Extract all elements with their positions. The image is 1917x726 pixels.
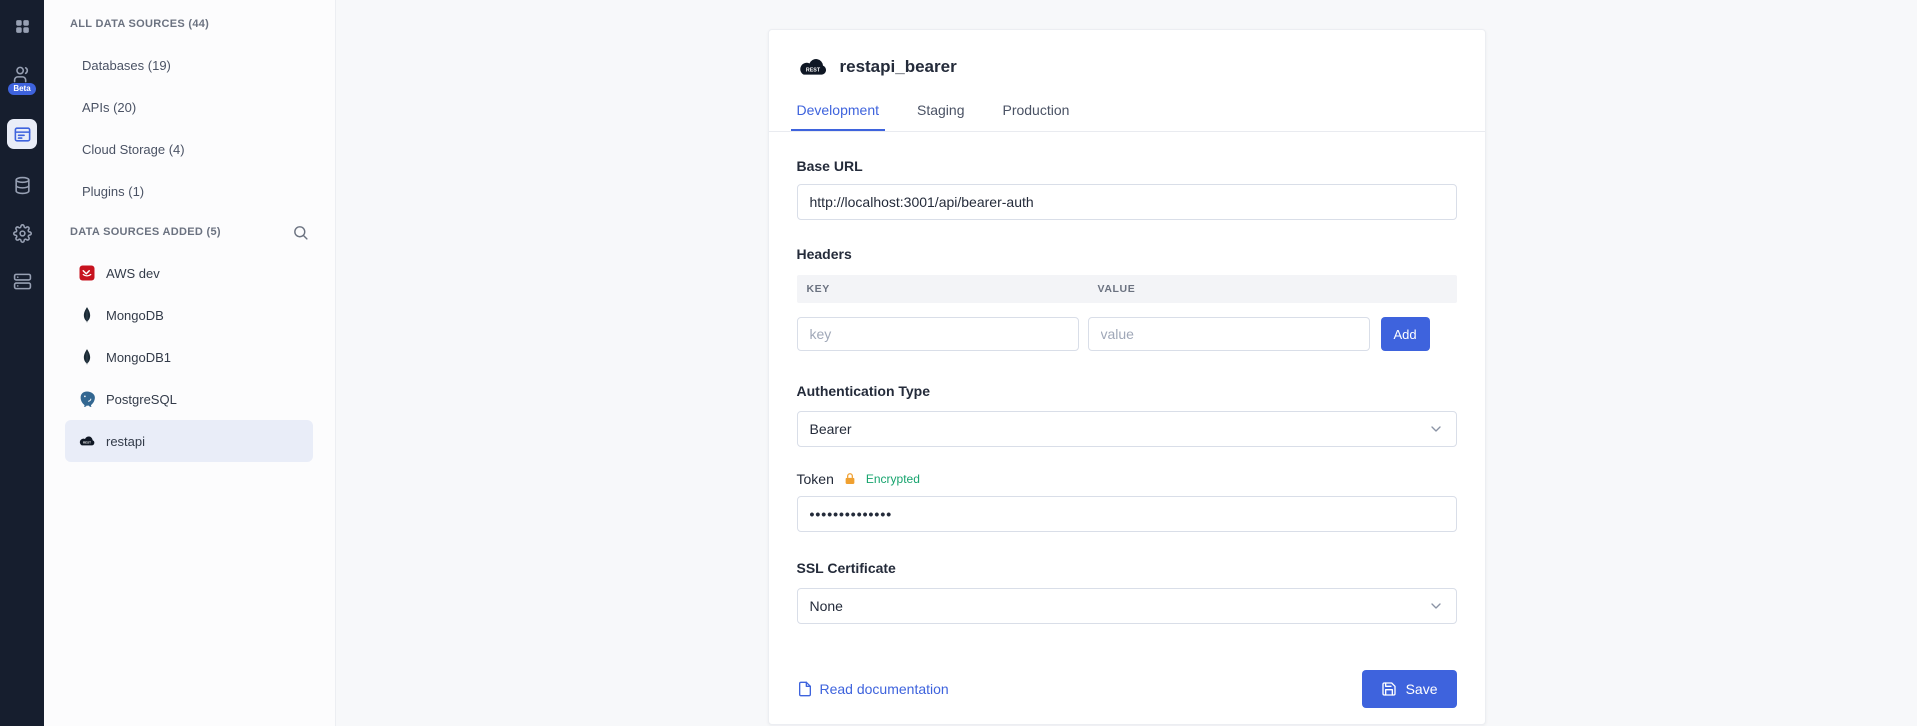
card-header: REST restapi_bearer [797, 30, 1457, 82]
save-floppy-icon [1381, 681, 1397, 697]
apps-grid-icon[interactable] [10, 14, 34, 38]
datasource-label: AWS dev [106, 266, 160, 281]
left-icon-rail: Beta [0, 0, 44, 726]
rest-api-cloud-icon: REST [78, 432, 96, 450]
sidebar-item-aws-dev[interactable]: AWS dev [65, 252, 313, 294]
chevron-down-icon [1428, 421, 1444, 437]
read-documentation-label: Read documentation [820, 681, 949, 697]
document-icon [797, 681, 813, 697]
base-url-label: Base URL [797, 158, 1457, 174]
headers-input-row: Add [797, 317, 1457, 351]
lock-icon [843, 472, 857, 486]
page-title: restapi_bearer [840, 57, 957, 77]
aws-icon [78, 264, 96, 282]
search-icon[interactable] [287, 219, 313, 245]
mongodb-leaf-icon [78, 348, 96, 366]
settings-gear-icon[interactable] [10, 221, 34, 245]
header-value-input[interactable] [1088, 317, 1370, 351]
read-documentation-link[interactable]: Read documentation [797, 681, 949, 697]
value-column-header: VALUE [1088, 283, 1136, 295]
sidebar-item-postgresql[interactable]: PostgreSQL [65, 378, 313, 420]
sidebar-item-restapi[interactable]: REST restapi [65, 420, 313, 462]
ssl-certificate-value: None [810, 598, 843, 614]
tab-development[interactable]: Development [797, 102, 880, 131]
database-layers-icon[interactable] [10, 173, 34, 197]
datasource-label: MongoDB1 [106, 350, 171, 365]
sidebar-item-cloud-storage[interactable]: Cloud Storage (4) [44, 128, 335, 170]
datasource-label: PostgreSQL [106, 392, 177, 407]
token-input[interactable] [797, 496, 1457, 532]
save-button-label: Save [1406, 681, 1438, 697]
datasources-sidebar: ALL DATA SOURCES (44) Databases (19) API… [44, 0, 336, 726]
tabs-divider [769, 131, 1485, 132]
data-sources-added-header-label: DATA SOURCES ADDED (5) [70, 226, 221, 238]
all-data-sources-header-label: ALL DATA SOURCES (44) [70, 18, 209, 30]
authentication-type-label: Authentication Type [797, 383, 1457, 399]
postgresql-elephant-icon [78, 390, 96, 408]
environment-tabs: Development Staging Production [797, 102, 1457, 131]
save-button[interactable]: Save [1362, 670, 1457, 708]
sidebar-item-plugins[interactable]: Plugins (1) [44, 170, 335, 212]
mongodb-leaf-icon [78, 306, 96, 324]
svg-text:REST: REST [805, 68, 820, 74]
encrypted-badge: Encrypted [866, 472, 920, 486]
users-section: Beta [8, 62, 35, 95]
datasource-form: Base URL Headers KEY VALUE Add Authentic… [797, 158, 1457, 708]
rest-api-cloud-icon: REST [797, 56, 829, 78]
token-label: Token [797, 471, 834, 487]
sidebar-item-databases[interactable]: Databases (19) [44, 44, 335, 86]
chevron-down-icon [1428, 598, 1444, 614]
datasource-label: MongoDB [106, 308, 164, 323]
sidebar-item-mongodb[interactable]: MongoDB [65, 294, 313, 336]
authentication-type-select[interactable]: Bearer [797, 411, 1457, 447]
base-url-input[interactable] [797, 184, 1457, 220]
ssl-certificate-select[interactable]: None [797, 588, 1457, 624]
datasource-label: restapi [106, 434, 145, 449]
data-sources-added-header: DATA SOURCES ADDED (5) [44, 212, 335, 252]
sidebar-item-apis[interactable]: APIs (20) [44, 86, 335, 128]
key-column-header: KEY [797, 283, 1088, 295]
sidebar-item-mongodb1[interactable]: MongoDB1 [65, 336, 313, 378]
app-window: Beta ALL DATA SOURCES (44) Databases (19… [0, 0, 1917, 726]
svg-text:REST: REST [83, 441, 91, 445]
add-header-button[interactable]: Add [1381, 317, 1430, 351]
main-content: REST restapi_bearer Development Staging … [336, 0, 1917, 726]
headers-label: Headers [797, 246, 1457, 262]
ssl-certificate-label: SSL Certificate [797, 560, 1457, 576]
beta-badge: Beta [8, 83, 35, 95]
headers-table-header: KEY VALUE [797, 275, 1457, 303]
datasources-icon[interactable] [7, 119, 37, 149]
all-data-sources-header: ALL DATA SOURCES (44) [44, 4, 335, 44]
card-footer: Read documentation Save [797, 670, 1457, 708]
datasource-config-card: REST restapi_bearer Development Staging … [768, 29, 1486, 725]
tab-production[interactable]: Production [1002, 102, 1069, 131]
server-icon[interactable] [10, 269, 34, 293]
token-label-row: Token Encrypted [797, 471, 1457, 487]
authentication-type-value: Bearer [810, 421, 852, 437]
tab-staging[interactable]: Staging [917, 102, 964, 131]
header-key-input[interactable] [797, 317, 1079, 351]
